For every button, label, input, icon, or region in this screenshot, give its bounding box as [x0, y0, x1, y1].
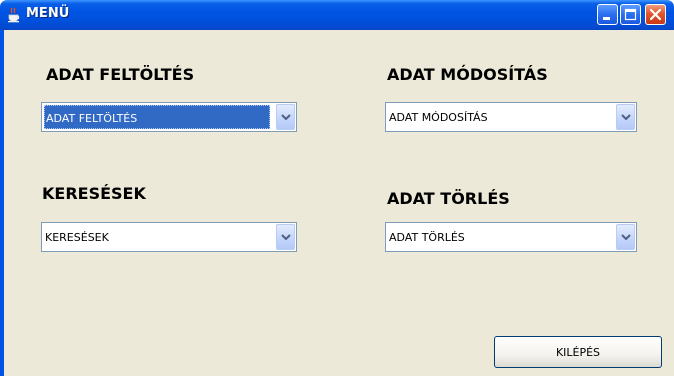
search-heading: KERESÉSEK — [42, 184, 146, 203]
delete-dropdown-button[interactable] — [616, 224, 635, 250]
upload-dropdown-button[interactable] — [276, 104, 295, 130]
search-dropdown-button[interactable] — [276, 224, 295, 250]
modify-combobox-value: ADAT MÓDOSÍTÁS — [389, 111, 488, 124]
modify-dropdown-button[interactable] — [616, 104, 635, 130]
window-title: MENÜ — [26, 6, 70, 21]
upload-combobox-value: ADAT FELTÖLTÉS — [44, 105, 270, 129]
upload-combobox[interactable]: ADAT FELTÖLTÉS — [41, 102, 297, 132]
delete-combobox[interactable]: ADAT TÖRLÉS — [385, 222, 637, 252]
modify-heading: ADAT MÓDOSÍTÁS — [387, 65, 548, 84]
modify-combobox[interactable]: ADAT MÓDOSÍTÁS — [385, 102, 637, 132]
chevron-down-icon — [281, 114, 291, 121]
chevron-down-icon — [621, 234, 631, 241]
upload-heading: ADAT FELTÖLTÉS — [46, 65, 195, 84]
search-combobox-value: KERESÉSEK — [45, 231, 109, 244]
delete-heading: ADAT TÖRLÉS — [387, 189, 510, 208]
close-button[interactable] — [645, 4, 666, 25]
menu-window: MENÜ ADAT FELTÖLTÉS ADAT FELTÖLTÉS ADAT … — [0, 0, 674, 376]
chevron-down-icon — [621, 114, 631, 121]
exit-button[interactable]: KILÉPÉS — [494, 336, 662, 368]
chevron-down-icon — [281, 234, 291, 241]
delete-combobox-value: ADAT TÖRLÉS — [389, 231, 465, 244]
maximize-button[interactable] — [620, 4, 641, 25]
java-cup-icon — [6, 7, 22, 23]
title-bar[interactable]: MENÜ — [0, 0, 674, 30]
minimize-button[interactable] — [597, 4, 618, 25]
search-combobox[interactable]: KERESÉSEK — [41, 222, 297, 252]
